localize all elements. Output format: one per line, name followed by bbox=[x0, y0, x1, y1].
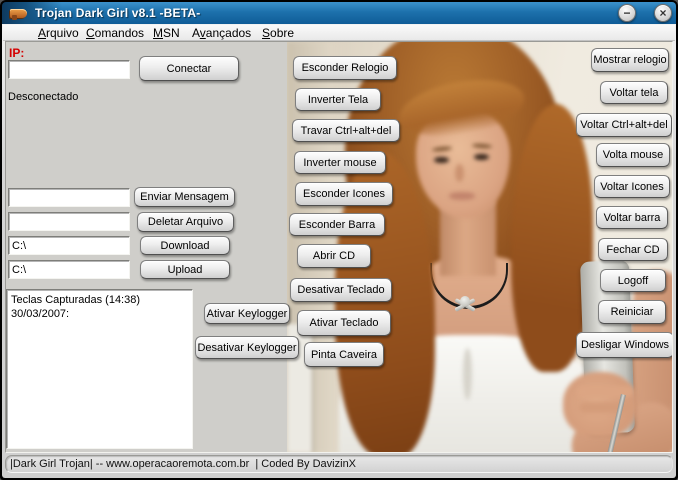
client-area: IP: Conectar Desconectado Enviar Mensage… bbox=[5, 41, 673, 453]
delete-file-button[interactable]: Deletar Arquivo bbox=[137, 212, 234, 232]
keylog-line: Teclas Capturadas (14:38) bbox=[11, 293, 188, 307]
keylog-line: 30/03/2007: bbox=[11, 307, 188, 321]
show-clock-button[interactable]: Mostrar relogio bbox=[591, 48, 669, 72]
restore-icons-button[interactable]: Voltar Icones bbox=[594, 175, 670, 198]
enable-keyboard-button[interactable]: Ativar Teclado bbox=[297, 310, 391, 336]
download-button[interactable]: Download bbox=[140, 236, 230, 255]
menu-arquivo[interactable]: Arquivo bbox=[38, 26, 79, 40]
app-window: Trojan Dark Girl v8.1 -BETA- − × Arquivo… bbox=[0, 0, 678, 480]
app-icon bbox=[10, 9, 27, 18]
close-cd-button[interactable]: Fechar CD bbox=[598, 238, 668, 261]
titlebar: Trojan Dark Girl v8.1 -BETA- − × bbox=[2, 2, 676, 24]
open-cd-button[interactable]: Abrir CD bbox=[297, 244, 371, 268]
photo-skull-pendant bbox=[452, 294, 478, 316]
deactivate-keylogger-button[interactable]: Desativar Keylogger bbox=[195, 336, 299, 359]
invert-mouse-button[interactable]: Inverter mouse bbox=[294, 151, 386, 174]
hide-icons-button[interactable]: Esconder Icones bbox=[295, 182, 393, 206]
photo-tank-shading bbox=[463, 348, 472, 400]
hide-taskbar-button[interactable]: Esconder Barra bbox=[289, 213, 385, 236]
menu-sobre[interactable]: Sobre bbox=[262, 26, 294, 40]
activate-keylogger-button[interactable]: Ativar Keylogger bbox=[204, 303, 290, 324]
shutdown-windows-button[interactable]: Desligar Windows bbox=[576, 332, 673, 358]
keylog-output[interactable]: Teclas Capturadas (14:38) 30/03/2007: bbox=[6, 289, 193, 449]
connect-button[interactable]: Conectar bbox=[139, 56, 239, 81]
photo-eye bbox=[474, 154, 489, 160]
close-button[interactable]: × bbox=[654, 4, 672, 22]
window-frame: Arquivo Comandos MSN Avançados Sobre bbox=[2, 24, 676, 478]
restore-screen-button[interactable]: Voltar tela bbox=[600, 81, 668, 104]
photo-finger bbox=[579, 402, 633, 413]
disable-keyboard-button[interactable]: Desativar Teclado bbox=[290, 278, 392, 302]
paint-skull-button[interactable]: Pinta Caveira bbox=[304, 342, 384, 367]
ip-label: IP: bbox=[9, 46, 24, 60]
upload-path-input[interactable] bbox=[8, 260, 130, 279]
menubar: Arquivo Comandos MSN Avançados Sobre bbox=[3, 25, 675, 41]
invert-screen-button[interactable]: Inverter Tela bbox=[295, 88, 381, 111]
menu-avancados[interactable]: Avançados bbox=[192, 26, 251, 40]
message-input[interactable] bbox=[8, 188, 130, 207]
restore-ctrl-alt-del-button[interactable]: Voltar Ctrl+alt+del bbox=[576, 113, 672, 137]
menu-msn[interactable]: MSN bbox=[153, 26, 180, 40]
download-path-input[interactable] bbox=[8, 236, 130, 255]
minimize-button[interactable]: − bbox=[618, 4, 636, 22]
ip-input[interactable] bbox=[8, 60, 130, 79]
photo-eye bbox=[434, 157, 449, 163]
statusbar: |Dark Girl Trojan| -- www.operacaoremota… bbox=[5, 455, 673, 473]
photo-lips bbox=[449, 192, 475, 200]
logoff-button[interactable]: Logoff bbox=[600, 269, 666, 292]
statusbar-text: |Dark Girl Trojan| -- www.operacaoremota… bbox=[10, 458, 356, 470]
restore-mouse-button[interactable]: Volta mouse bbox=[596, 143, 670, 167]
delete-file-input[interactable] bbox=[8, 212, 130, 231]
connection-status: Desconectado bbox=[8, 91, 78, 103]
upload-button[interactable]: Upload bbox=[140, 260, 230, 279]
restore-taskbar-button[interactable]: Voltar barra bbox=[596, 206, 668, 229]
menu-comandos[interactable]: Comandos bbox=[86, 26, 144, 40]
hide-clock-button[interactable]: Esconder Relogio bbox=[293, 56, 397, 80]
window-title: Trojan Dark Girl v8.1 -BETA- bbox=[35, 6, 200, 20]
restart-button[interactable]: Reiniciar bbox=[598, 300, 666, 324]
send-message-button[interactable]: Enviar Mensagem bbox=[134, 187, 235, 207]
lock-ctrl-alt-del-button[interactable]: Travar Ctrl+alt+del bbox=[292, 119, 400, 142]
photo-nose bbox=[455, 164, 464, 182]
